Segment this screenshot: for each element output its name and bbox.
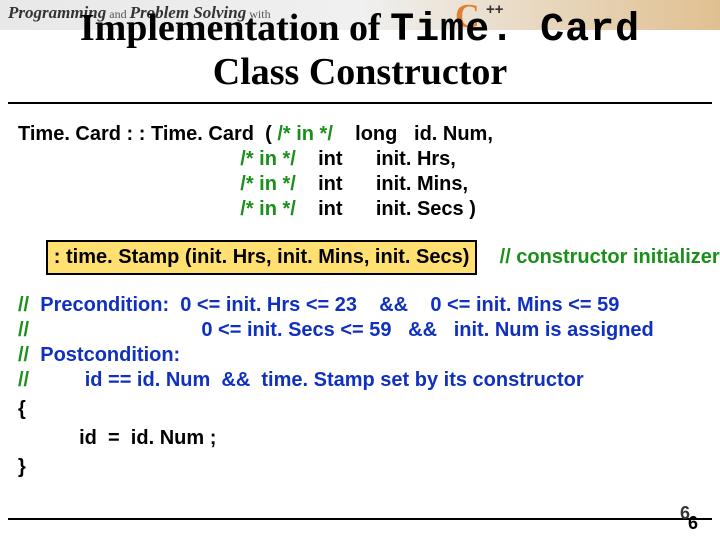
sig-2-comment: /* in */	[240, 173, 296, 195]
pre-line-3: // id == id. Num && time. Stamp set by i…	[18, 368, 702, 393]
signature-row-3: /* in */ int init. Secs )	[18, 197, 702, 222]
body-stmt: id = id. Num ;	[18, 426, 702, 451]
initializer-box: : time. Stamp (init. Hrs, init. Mins, in…	[46, 240, 478, 275]
sig-pad3	[18, 198, 240, 220]
sig-1c: int init. Hrs,	[296, 148, 456, 170]
body-close: }	[18, 455, 702, 480]
signature-row-0: Time. Card : : Time. Card ( /* in */ lon…	[18, 122, 702, 147]
sig-pad2	[18, 173, 240, 195]
slide-title: Implementation of Time. Card Class Const…	[0, 8, 720, 93]
sig-0-comment: /* in */	[277, 123, 333, 145]
signature-row-1: /* in */ int init. Hrs,	[18, 147, 702, 172]
sig-3c: int init. Secs )	[296, 198, 476, 220]
sig-0c: long id. Num,	[333, 123, 493, 145]
contract-block: // Precondition: 0 <= init. Hrs <= 23 &&…	[18, 293, 702, 393]
title-classname: Time. Card	[390, 8, 640, 53]
pre0: Precondition: 0 <= init. Hrs <= 23 && 0 …	[40, 294, 619, 316]
sig-1-comment: /* in */	[240, 148, 296, 170]
pre3: id == id. Num && time. Stamp set by its …	[40, 369, 583, 391]
sig-0a: Time. Card : : Time. Card (	[18, 123, 277, 145]
pre1: 0 <= init. Secs <= 59 && init. Num is as…	[40, 319, 654, 341]
pre2: Postcondition:	[40, 344, 180, 366]
pre-line-1: // 0 <= init. Secs <= 59 && init. Num is…	[18, 318, 702, 343]
title-line2: Class Constructor	[213, 51, 507, 93]
page-number-front: 6	[688, 513, 698, 534]
code-box: Time. Card : : Time. Card ( /* in */ lon…	[8, 102, 712, 520]
sig-pad1	[18, 148, 240, 170]
init-tail	[477, 246, 499, 268]
init-comment: // constructor initializer	[500, 246, 720, 268]
pre-line-0: // Precondition: 0 <= init. Hrs <= 23 &&…	[18, 293, 702, 318]
initializer-line: : time. Stamp (init. Hrs, init. Mins, in…	[18, 240, 702, 275]
body-open: {	[18, 397, 702, 422]
sig-2c: int init. Mins,	[296, 173, 468, 195]
pre-line-2: // Postcondition:	[18, 343, 702, 368]
sig-3-comment: /* in */	[240, 198, 296, 220]
init-lead	[18, 246, 46, 268]
signature-row-2: /* in */ int init. Mins,	[18, 172, 702, 197]
title-part1: Implementation of	[80, 7, 390, 49]
